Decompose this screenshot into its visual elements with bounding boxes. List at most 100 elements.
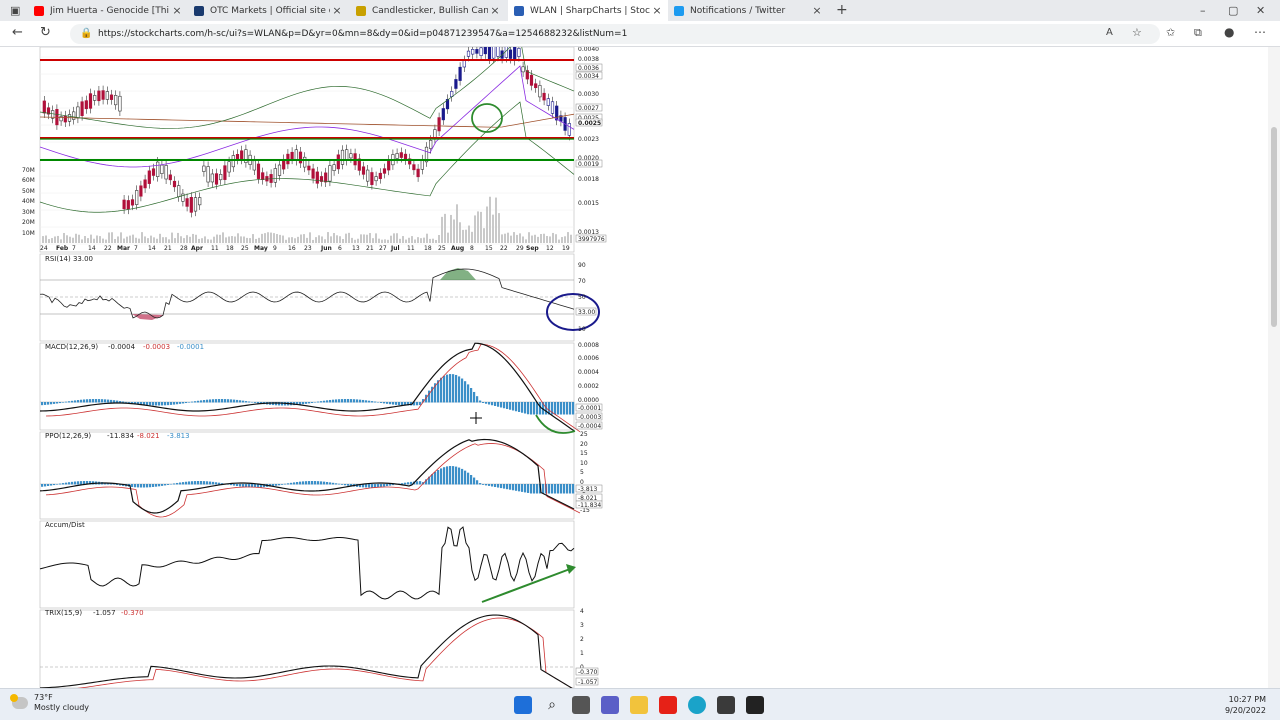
task-view-icon[interactable]	[572, 696, 590, 714]
macd-histogram-bar	[176, 402, 179, 405]
price-axis-label: 0.0027	[578, 105, 599, 112]
candle-body	[315, 171, 319, 184]
ppo-histogram-bar	[566, 484, 569, 494]
ppo-histogram-bar	[308, 481, 311, 485]
macd-histogram-bar	[185, 402, 188, 404]
temperature: 73°F	[34, 693, 53, 702]
volume-bar	[426, 233, 428, 243]
macd-histogram-bar	[488, 402, 491, 405]
start-icon[interactable]	[514, 696, 532, 714]
candle-body	[441, 108, 445, 121]
address-bar[interactable]: 🔒 https://stockcharts.com/h-sc/ui?s=WLAN…	[70, 24, 1160, 44]
candle-body	[416, 168, 420, 178]
favorite-star-icon[interactable]: ☆	[1132, 26, 1142, 39]
volume-bar	[543, 233, 545, 243]
new-tab-button[interactable]: +	[836, 2, 848, 18]
macd-histogram-bar	[380, 402, 383, 403]
volume-bar	[486, 206, 488, 243]
close-tab-icon[interactable]: ×	[488, 4, 502, 17]
youtube-app-icon[interactable]	[659, 696, 677, 714]
back-button[interactable]: ←	[12, 25, 23, 40]
close-tab-icon[interactable]: ×	[650, 4, 664, 17]
tab-2[interactable]: OTC Markets | Official site of OTC×	[188, 0, 348, 21]
close-tab-icon[interactable]: ×	[170, 4, 184, 17]
candle-body	[156, 161, 160, 177]
macd-panel-frame	[39, 342, 575, 431]
candle-body	[336, 154, 340, 170]
tab-title: WLAN | SharpCharts | StockChar	[530, 5, 650, 16]
ppo-histogram-bar	[134, 484, 137, 488]
macd-histogram-bar	[398, 402, 401, 406]
ppo-histogram-bar	[338, 483, 341, 485]
ppo-histogram-bar	[47, 484, 50, 487]
date-axis-label: 7	[134, 245, 138, 252]
macd-histogram-bar	[374, 401, 377, 403]
profile-icon[interactable]: ●	[1224, 25, 1234, 39]
volume-bar	[153, 237, 155, 243]
volume-bar	[90, 234, 92, 243]
price-axis-label: 0.0030	[578, 91, 599, 98]
candle-body	[534, 83, 538, 89]
macd-histogram-bar	[512, 402, 515, 411]
ppo-histogram-bar	[230, 484, 233, 486]
macd-histogram-bar	[212, 399, 215, 403]
favorites-icon[interactable]: ✩	[1166, 26, 1175, 39]
amazon-icon[interactable]	[746, 696, 764, 714]
macd-histogram-bar	[494, 402, 497, 406]
volume-bar	[318, 235, 320, 243]
minimize-icon[interactable]: –	[1200, 4, 1206, 17]
more-menu-icon[interactable]: ⋯	[1254, 25, 1266, 39]
macd-histogram-bar	[308, 402, 311, 404]
system-clock[interactable]: 10:27 PM 9/20/2022	[1225, 694, 1266, 716]
volume-bar	[168, 239, 170, 243]
read-aloud-icon[interactable]: A	[1106, 27, 1113, 38]
volume-bar	[489, 196, 491, 243]
page-scrollbar[interactable]	[1268, 47, 1280, 688]
volume-bar	[96, 235, 98, 243]
collections-icon[interactable]: ⧉	[1194, 26, 1202, 40]
maximize-icon[interactable]: ▢	[1228, 4, 1238, 17]
ppo-histogram-bar	[407, 482, 410, 485]
scrollbar-thumb[interactable]	[1271, 127, 1277, 327]
ppo-axis-label: 10	[580, 460, 588, 467]
volume-bar	[483, 228, 485, 243]
candle-body	[345, 149, 349, 161]
search-icon[interactable]: ⌕	[543, 696, 561, 714]
volume-bar	[333, 233, 335, 243]
refresh-button[interactable]: ↻	[40, 25, 51, 40]
tab-1[interactable]: Jim Huerta - Genocide [Thi ×	[28, 0, 188, 21]
candle-body	[290, 151, 294, 160]
close-tab-icon[interactable]: ×	[810, 4, 824, 17]
volume-axis-label: 20M	[22, 219, 35, 226]
volume-bar	[117, 236, 119, 243]
volume-bar	[531, 235, 533, 243]
tab-3[interactable]: Candlesticker, Bullish Candlestic×	[350, 0, 506, 21]
volume-bar	[363, 234, 365, 243]
file-explorer-icon[interactable]	[630, 696, 648, 714]
tab-5[interactable]: Notifications / Twitter ×	[668, 0, 828, 21]
candle-body	[475, 49, 479, 54]
macd-axis-label: 0.0004	[578, 369, 599, 376]
tab-4[interactable]: WLAN | SharpCharts | StockChar×	[508, 0, 668, 21]
candle-body	[555, 105, 559, 121]
volume-bar	[120, 232, 122, 243]
volume-bar	[399, 238, 401, 243]
ppo-histogram-bar	[290, 482, 293, 485]
volume-bar	[516, 234, 518, 243]
volume-bar	[132, 234, 134, 243]
ppo-histogram-bar	[197, 481, 200, 485]
macd-histogram-bar	[173, 402, 176, 405]
store-icon[interactable]	[717, 696, 735, 714]
ppo-histogram-bar	[164, 484, 167, 486]
macd-histogram-bar	[389, 402, 392, 405]
volume-bar	[435, 239, 437, 243]
close-tab-icon[interactable]: ×	[330, 4, 344, 17]
tab-actions-icon[interactable]: ▣	[10, 4, 20, 17]
teams-chat-icon[interactable]	[601, 696, 619, 714]
weather-widget[interactable]: 73°F Mostly cloudy	[10, 693, 89, 713]
ppo-histogram-bar	[542, 484, 545, 494]
ppo-histogram-bar	[386, 484, 389, 487]
close-window-icon[interactable]: ✕	[1256, 4, 1265, 17]
edge-icon[interactable]	[688, 696, 706, 714]
price-axis-label: 0.0015	[578, 200, 599, 207]
